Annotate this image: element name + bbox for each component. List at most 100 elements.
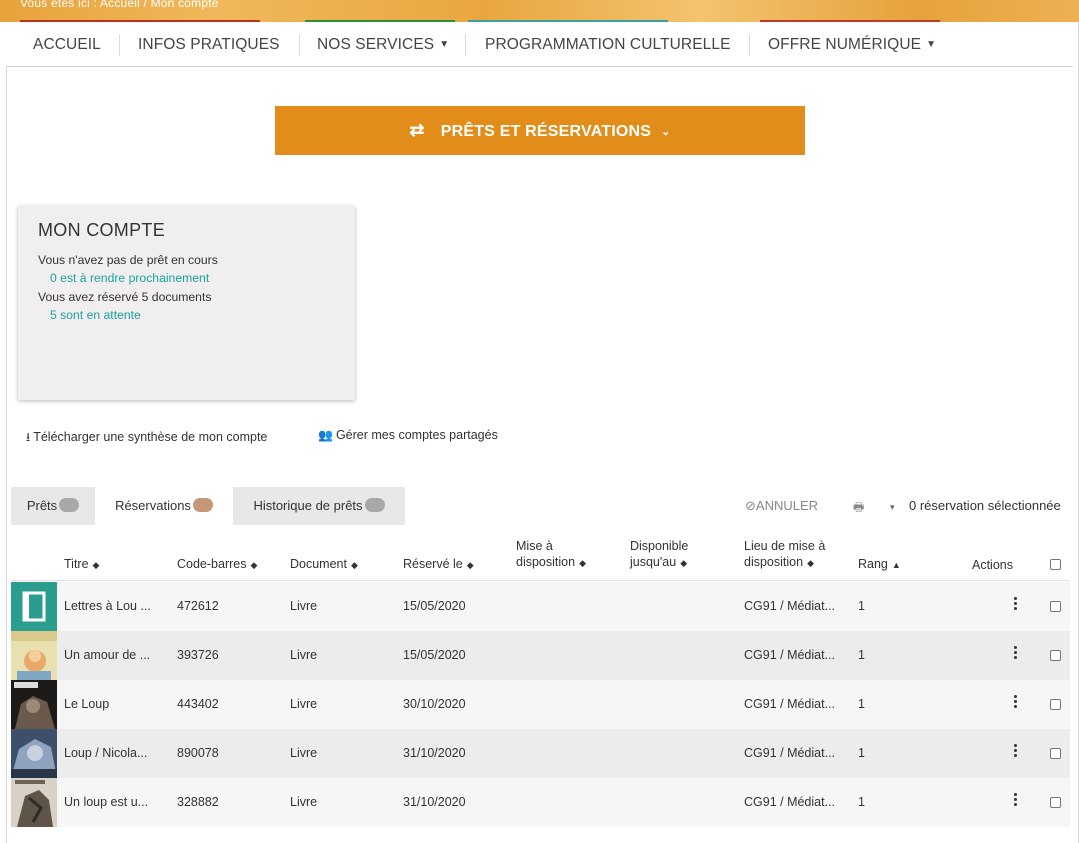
row-document: Livre — [290, 648, 318, 662]
row-checkbox[interactable] — [1050, 748, 1061, 759]
header-title[interactable]: Titre ◆ — [64, 556, 99, 573]
sort-icon: ◆ — [92, 560, 100, 570]
row-rank: 1 — [858, 746, 865, 760]
header-rank[interactable]: Rang ▲ — [858, 556, 901, 573]
row-rank: 1 — [858, 697, 865, 711]
users-icon: 👥 — [318, 428, 333, 442]
table-row: Lettres à Lou ... 472612 Livre 15/05/202… — [11, 582, 1070, 631]
download-icon: ⭳ — [26, 430, 31, 444]
select-all-checkbox[interactable] — [1050, 559, 1061, 570]
sort-icon: ◆ — [350, 560, 358, 570]
account-summary-card: MON COMPTE Vous n'avez pas de prêt en co… — [18, 206, 355, 400]
tab-historique-prets[interactable]: Historique de prêts — [233, 487, 405, 525]
sort-ascending-icon: ▲ — [891, 560, 901, 570]
tab-prets[interactable]: Prêts — [11, 487, 95, 525]
chevron-down-icon[interactable]: ▾ — [890, 502, 895, 513]
row-title[interactable]: Un amour de ... — [64, 648, 150, 662]
row-document: Livre — [290, 746, 318, 760]
due-soon-link[interactable]: 0 est à rendre prochainement — [50, 271, 209, 285]
row-rank: 1 — [858, 648, 865, 662]
header-barcode[interactable]: Code-barres ◆ — [177, 556, 257, 573]
kebab-menu-icon[interactable] — [1014, 597, 1018, 612]
sort-icon: ◆ — [680, 558, 688, 568]
sort-icon: ◆ — [807, 558, 814, 568]
header-available-until[interactable]: Disponible jusqu'au ◆ — [630, 538, 688, 571]
count-badge — [364, 498, 385, 512]
row-place: CG91 / Médiat... — [744, 795, 836, 809]
count-badge — [192, 498, 213, 512]
book-cover-thumbnail[interactable] — [11, 582, 57, 631]
nav-item-infos-pratiques[interactable]: INFOS PRATIQUES — [138, 22, 280, 67]
chevron-down-icon: ⌄ — [661, 126, 671, 138]
row-document: Livre — [290, 697, 318, 711]
account-title: MON COMPTE — [38, 220, 165, 240]
row-checkbox[interactable] — [1050, 797, 1061, 808]
nav-item-accueil[interactable]: ACCUEIL — [33, 22, 101, 67]
row-barcode: 472612 — [177, 599, 219, 613]
caret-down-icon: ▼ — [926, 39, 937, 50]
table-row: Un amour de ... 393726 Livre 15/05/2020 … — [11, 631, 1070, 680]
book-cover-thumbnail[interactable] — [11, 778, 57, 827]
header-pickup-place[interactable]: Lieu de mise à disposition ◆ — [744, 538, 825, 571]
row-barcode: 890078 — [177, 746, 219, 760]
table-row: Un loup est u... 328882 Livre 31/10/2020… — [11, 778, 1070, 827]
row-reserved-on: 30/10/2020 — [403, 697, 466, 711]
row-checkbox[interactable] — [1050, 601, 1061, 612]
row-title[interactable]: Un loup est u... — [64, 795, 148, 809]
table-row: Loup / Nicola... 890078 Livre 31/10/2020… — [11, 729, 1070, 778]
row-place: CG91 / Médiat... — [744, 648, 836, 662]
header-document[interactable]: Document ◆ — [290, 556, 358, 573]
waiting-link[interactable]: 5 sont en attente — [50, 308, 141, 322]
row-reserved-on: 15/05/2020 — [403, 648, 466, 662]
cancel-button[interactable]: ⊘ANNULER — [745, 498, 818, 514]
sort-icon: ◆ — [250, 560, 258, 570]
nav-item-programmation-culturelle[interactable]: PROGRAMMATION CULTURELLE — [485, 22, 731, 67]
main-navigation: ACCUEIL INFOS PRATIQUES NOS SERVICES ▼ PR… — [6, 22, 1073, 67]
kebab-menu-icon[interactable] — [1014, 646, 1018, 661]
tab-reservations[interactable]: Réservations — [95, 487, 233, 525]
row-title[interactable]: Lettres à Lou ... — [64, 599, 151, 613]
row-title[interactable]: Le Loup — [64, 697, 109, 711]
table-row: Le Loup 443402 Livre 30/10/2020 CG91 / M… — [11, 680, 1070, 729]
ban-icon: ⊘ — [745, 498, 756, 513]
loans-reservations-button[interactable]: ⇄ PRÊTS ET RÉSERVATIONS ⌄ — [275, 106, 805, 155]
manage-shared-accounts-link[interactable]: 👥 Gérer mes comptes partagés — [318, 428, 498, 442]
row-place: CG91 / Médiat... — [744, 746, 836, 760]
row-place: CG91 / Médiat... — [744, 697, 836, 711]
header-banner: Vous êtes ici : Accueil / Mon compte — [0, 0, 1079, 22]
header-actions: Actions — [972, 558, 1013, 572]
kebab-menu-icon[interactable] — [1014, 695, 1018, 710]
book-cover-thumbnail[interactable] — [11, 631, 57, 680]
row-reserved-on: 31/10/2020 — [403, 795, 466, 809]
row-reserved-on: 15/05/2020 — [403, 599, 466, 613]
kebab-menu-icon[interactable] — [1014, 744, 1018, 759]
row-barcode: 443402 — [177, 697, 219, 711]
count-badge — [59, 498, 80, 512]
selection-count: 0 réservation sélectionnée — [909, 498, 1061, 513]
swap-arrows-icon: ⇄ — [409, 120, 425, 140]
nav-item-offre-numerique[interactable]: OFFRE NUMÉRIQUE ▼ — [768, 22, 936, 67]
row-checkbox[interactable] — [1050, 650, 1061, 661]
printer-icon[interactable]: 🖶 — [853, 498, 864, 519]
breadcrumb: Vous êtes ici : Accueil / Mon compte — [20, 0, 219, 10]
row-rank: 1 — [858, 599, 865, 613]
header-reserved-on[interactable]: Réservé le ◆ — [403, 556, 474, 573]
header-available-date[interactable]: Mise à disposition ◆ — [516, 538, 586, 571]
row-document: Livre — [290, 599, 318, 613]
row-checkbox[interactable] — [1050, 699, 1061, 710]
row-document: Livre — [290, 795, 318, 809]
row-title[interactable]: Loup / Nicola... — [64, 746, 147, 760]
row-reserved-on: 31/10/2020 — [403, 746, 466, 760]
row-barcode: 328882 — [177, 795, 219, 809]
download-summary-link[interactable]: ⭳ Télécharger une synthèse de mon compte — [26, 428, 267, 449]
no-loan-text: Vous n'avez pas de prêt en cours — [38, 253, 218, 267]
book-cover-thumbnail[interactable] — [11, 729, 57, 778]
book-cover-thumbnail[interactable] — [11, 680, 57, 729]
row-rank: 1 — [858, 795, 865, 809]
sort-icon: ◆ — [466, 560, 474, 570]
nav-item-nos-services[interactable]: NOS SERVICES ▼ — [317, 22, 449, 67]
caret-down-icon: ▼ — [439, 39, 450, 50]
kebab-menu-icon[interactable] — [1014, 793, 1018, 808]
sort-icon: ◆ — [579, 558, 586, 568]
row-place: CG91 / Médiat... — [744, 599, 836, 613]
